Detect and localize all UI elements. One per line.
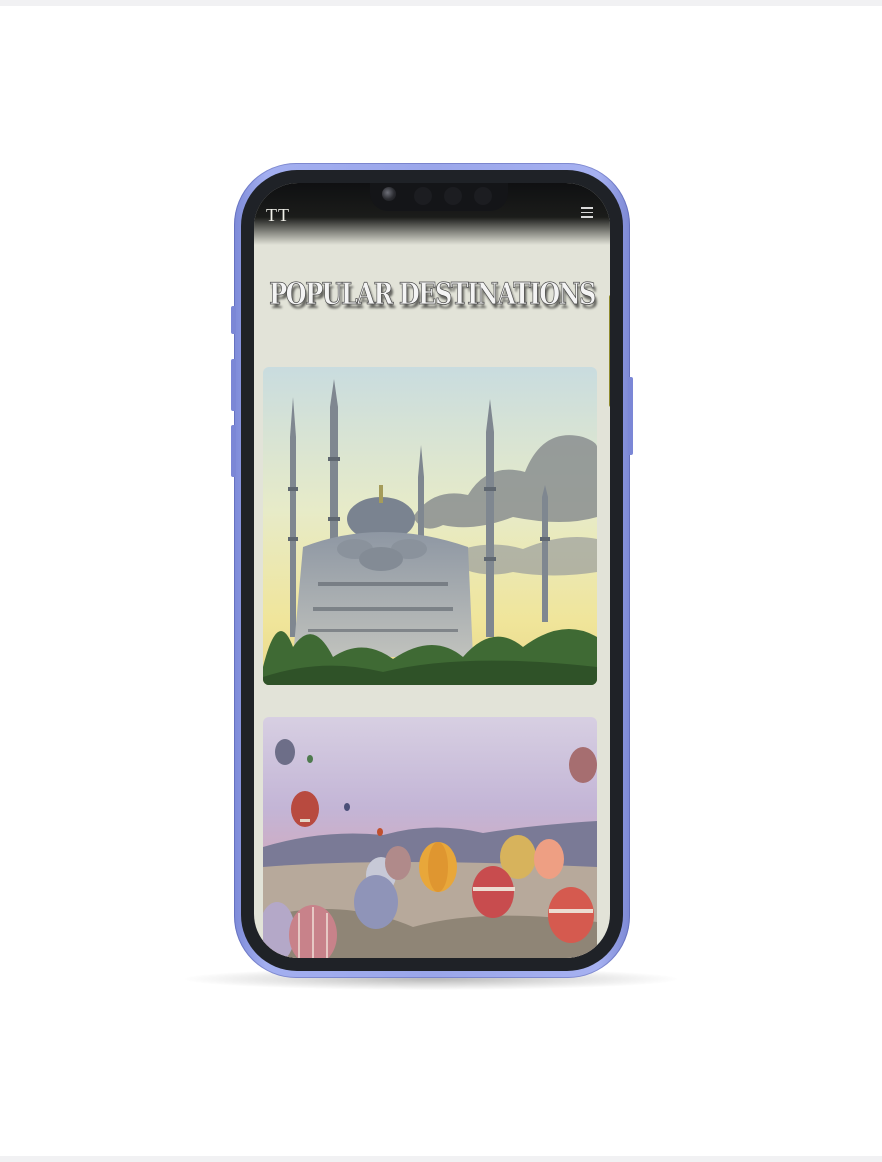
camera-notch	[370, 183, 508, 211]
destination-card-mosque[interactable]	[263, 367, 597, 685]
hot-air-balloons-image	[263, 717, 597, 958]
sensor-icon	[414, 187, 432, 205]
phone-mockup: TT POPULAR DESTINATIONS	[231, 163, 633, 978]
mute-switch	[231, 306, 236, 334]
sensor-icon	[444, 187, 462, 205]
front-camera-icon	[382, 187, 396, 201]
phone-screen: TT POPULAR DESTINATIONS	[254, 183, 610, 958]
volume-down-button	[231, 425, 236, 477]
page-bottom-edge	[0, 1156, 882, 1162]
power-button	[628, 377, 633, 455]
destination-card-balloons[interactable]	[263, 717, 597, 958]
mosque-image	[263, 367, 597, 685]
page-title: POPULAR DESTINATIONS	[269, 275, 597, 312]
sensor-icon	[474, 187, 492, 205]
phone-bezel: TT POPULAR DESTINATIONS	[241, 170, 623, 971]
volume-up-button	[231, 359, 236, 411]
scrollbar-thumb[interactable]	[609, 295, 610, 407]
site-logo[interactable]: TT	[266, 205, 290, 226]
hamburger-menu-icon[interactable]	[581, 207, 593, 219]
page-top-edge	[0, 0, 882, 6]
